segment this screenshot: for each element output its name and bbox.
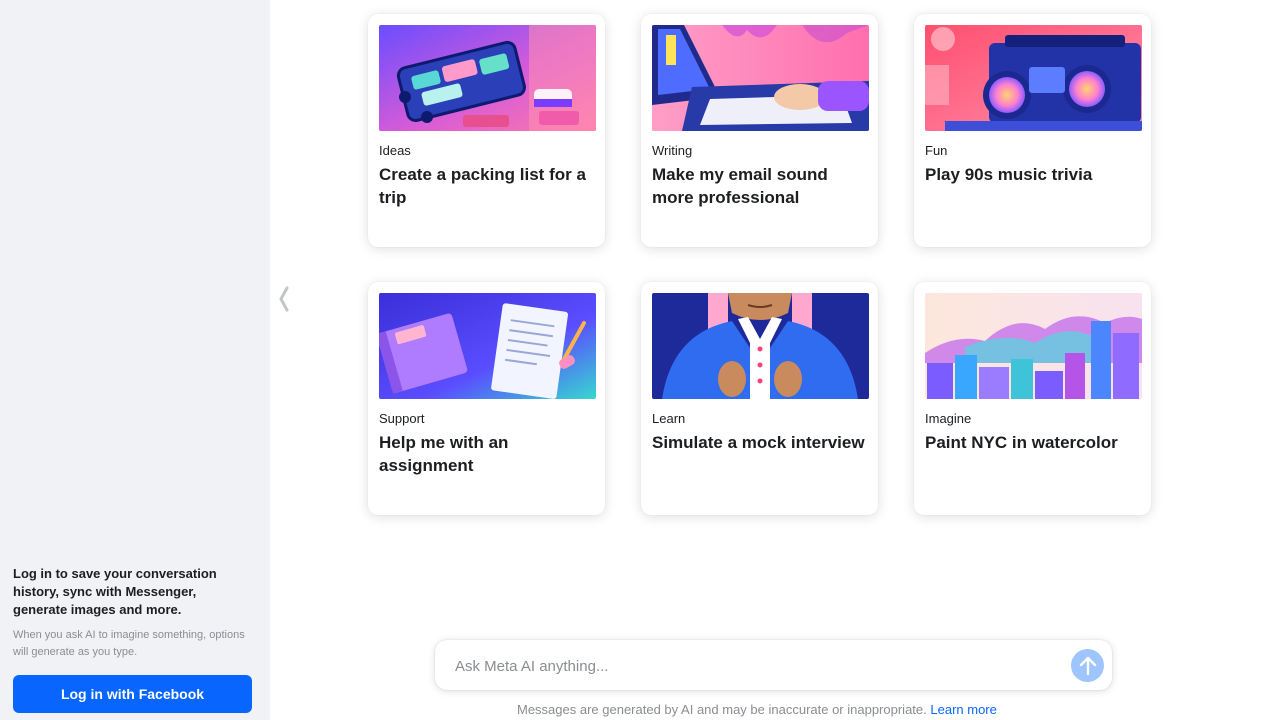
disclaimer: Messages are generated by AI and may be … [517, 702, 997, 718]
suggestion-card-nyc-watercolor[interactable]: Imagine Paint NYC in watercolor [914, 282, 1151, 515]
login-prompt: Log in to save your conversation history… [13, 566, 217, 617]
card-category: Imagine [925, 411, 972, 426]
suggestion-card-assignment[interactable]: Support Help me with an assignment [368, 282, 605, 515]
learn-more-link[interactable]: Learn more [930, 702, 996, 717]
login-note: When you ask AI to imagine something, op… [13, 629, 245, 658]
card-category: Fun [925, 143, 948, 158]
meta-ai-page: Log in to save your conversation history… [0, 0, 1280, 720]
chevron-left-icon [279, 286, 289, 312]
arrow-up-icon [1079, 656, 1096, 675]
suggestion-card-packing-list[interactable]: Ideas Create a packing list for a trip [368, 14, 605, 247]
disclaimer-text: Messages are generated by AI and may be … [517, 702, 927, 717]
suitcase-illustration [379, 25, 596, 131]
blazer-illustration [652, 293, 869, 399]
suggestion-card-mock-interview[interactable]: Learn Simulate a mock interview [641, 282, 878, 515]
composer [435, 640, 1112, 690]
collapse-sidebar-button[interactable] [276, 286, 292, 312]
suggestion-card-professional-email[interactable]: Writing Make my email sound more profess… [641, 14, 878, 247]
card-title: Paint NYC in watercolor [925, 433, 1118, 452]
card-category: Support [379, 411, 425, 426]
card-category: Writing [652, 143, 693, 158]
ask-input[interactable] [453, 653, 1057, 679]
city-watercolor-illustration [925, 293, 1142, 399]
login-with-facebook-button[interactable]: Log in with Facebook [13, 675, 252, 713]
card-title: Create a packing list for a trip [379, 165, 586, 207]
send-button[interactable] [1071, 649, 1104, 682]
card-title: Make my email sound more professional [652, 165, 828, 207]
suggestion-card-music-trivia[interactable]: Fun Play 90s music trivia [914, 14, 1151, 247]
card-title: Simulate a mock interview [652, 433, 865, 452]
boombox-illustration [925, 25, 1142, 131]
card-title: Play 90s music trivia [925, 165, 1093, 184]
card-category: Ideas [379, 143, 411, 158]
laptop-illustration [652, 25, 869, 131]
card-category: Learn [652, 411, 686, 426]
sidebar: Log in to save your conversation history… [0, 0, 270, 720]
notebook-illustration [379, 293, 596, 399]
login-block: Log in to save your conversation history… [13, 565, 253, 720]
card-title: Help me with an assignment [379, 433, 509, 475]
